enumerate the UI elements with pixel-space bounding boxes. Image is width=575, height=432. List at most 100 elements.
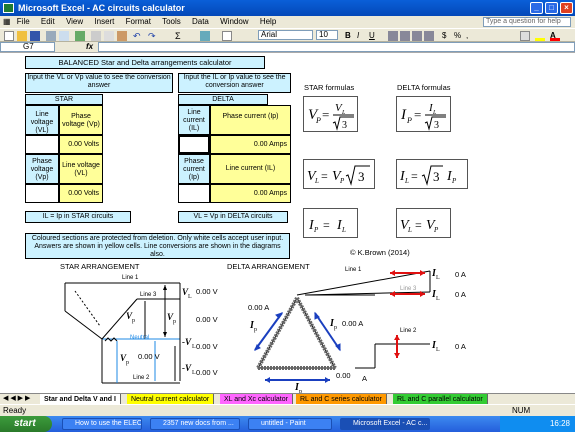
menu-file[interactable]: File — [17, 17, 30, 26]
bold-icon[interactable]: B — [345, 31, 355, 41]
minimize-button[interactable]: _ — [530, 2, 543, 14]
menu-edit[interactable]: Edit — [41, 17, 55, 26]
task-paint[interactable]: untitled - Paint — [248, 418, 332, 430]
menu-help[interactable]: Help — [260, 17, 276, 26]
open-icon[interactable] — [17, 31, 27, 41]
fill-color-icon[interactable] — [535, 31, 545, 41]
star-result-vl: 0.00 Volts — [59, 184, 103, 203]
delta-ip-input[interactable] — [178, 184, 210, 203]
star-v4: 0.00 V — [196, 342, 218, 351]
star-phase-voltage-input-label: Phase voltage (Vp) — [25, 154, 59, 184]
delta-formulas-title: DELTA formulas — [397, 83, 451, 92]
preview-icon[interactable] — [59, 31, 69, 41]
print-icon[interactable] — [46, 31, 56, 41]
task-excel[interactable]: Microsoft Excel - AC c... — [340, 418, 430, 430]
status-bar: Ready NUM — [0, 404, 575, 416]
sheet-title: BALANCED Star and Delta arrangements cal… — [25, 56, 265, 69]
delta-phase-current-input-label: Phase current (Ip) — [178, 154, 210, 184]
delta-formula-il: I L = 3 I P — [396, 159, 468, 189]
merge-icon[interactable] — [424, 31, 434, 41]
star-formula-vl: V L = V P 3 — [303, 159, 375, 189]
task-new-docs[interactable]: 2357 new docs from ... — [150, 418, 240, 430]
menu-tools[interactable]: Tools — [162, 17, 181, 26]
svg-text:3: 3 — [342, 120, 347, 131]
delta-ip3: 0.00 — [336, 371, 351, 380]
align-right-icon[interactable] — [412, 31, 422, 41]
star-note: IL = Ip in STAR circuits — [25, 211, 131, 223]
svg-text:L: L — [436, 347, 440, 353]
title-bar: Microsoft Excel - AC circuits calculator… — [0, 0, 575, 16]
chart-wizard-icon[interactable] — [200, 31, 210, 41]
close-button[interactable]: × — [560, 2, 573, 14]
currency-icon[interactable]: $ — [442, 31, 452, 41]
new-icon[interactable] — [4, 31, 14, 41]
menu-data[interactable]: Data — [192, 17, 209, 26]
redo-icon[interactable]: ↷ — [148, 31, 158, 41]
help-search-input[interactable]: Type a question for help — [483, 17, 571, 27]
star-line2-label: Line 2 — [133, 375, 150, 381]
start-button[interactable]: start — [0, 416, 52, 432]
italic-icon[interactable]: I — [357, 31, 367, 41]
paste-icon[interactable] — [117, 31, 127, 41]
borders-icon[interactable] — [520, 31, 530, 41]
zoom-icon[interactable] — [222, 31, 232, 41]
fx-icon[interactable]: fx — [86, 42, 93, 52]
star-v2: 0.00 V — [196, 315, 218, 324]
svg-text:p: p — [173, 319, 176, 325]
star-input-note: Input the VL or Vp value to see the conv… — [25, 73, 173, 93]
tab-nav-icons[interactable]: ◀ ◀ ▶ ▶ — [3, 394, 30, 402]
star-vl-input[interactable] — [25, 135, 59, 154]
svg-text:=: = — [411, 169, 418, 183]
svg-text:P: P — [433, 226, 439, 234]
svg-text:p: p — [132, 318, 135, 324]
menu-view[interactable]: View — [66, 17, 83, 26]
svg-text:L: L — [314, 177, 319, 185]
svg-text:P: P — [339, 177, 345, 185]
star-formula-ip: I P = I L — [303, 208, 358, 238]
save-icon[interactable] — [30, 31, 40, 41]
copy-icon[interactable] — [104, 31, 114, 41]
cut-icon[interactable] — [91, 31, 101, 41]
spelling-icon[interactable] — [75, 31, 85, 41]
svg-text:3: 3 — [434, 120, 439, 131]
delta-note: VL = Vp in DELTA circuits — [178, 211, 288, 223]
underline-icon[interactable]: U — [369, 31, 379, 41]
svg-text:I: I — [400, 107, 407, 123]
name-box[interactable]: G7 — [0, 42, 55, 52]
font-color-icon[interactable]: A — [550, 31, 560, 41]
percent-icon[interactable]: % — [454, 31, 464, 41]
delta-ip3-unit: A — [362, 374, 368, 383]
menu-window[interactable]: Window — [220, 17, 248, 26]
maximize-button[interactable]: □ — [545, 2, 558, 14]
svg-text:=: = — [321, 169, 328, 183]
menu-format[interactable]: Format — [126, 17, 151, 26]
delta-result-ip: 0.00 Amps — [210, 135, 291, 154]
font-size-select[interactable]: 10 — [316, 30, 338, 40]
worksheet[interactable]: BALANCED Star and Delta arrangements cal… — [0, 53, 575, 393]
svg-text:p: p — [254, 327, 257, 333]
delta-il-input[interactable] — [178, 135, 210, 154]
font-name-select[interactable]: Arial — [258, 30, 313, 40]
system-tray: 16:28 — [500, 416, 575, 432]
star-formulas-title: STAR formulas — [304, 83, 355, 92]
svg-text:=: = — [322, 107, 329, 122]
svg-text:3: 3 — [358, 169, 365, 184]
align-left-icon[interactable] — [388, 31, 398, 41]
clock: 16:28 — [549, 419, 570, 428]
star-line1-label: Line 1 — [122, 275, 139, 281]
formula-input[interactable] — [98, 42, 575, 52]
autosum-icon[interactable]: Σ — [175, 31, 185, 41]
star-arrangement-title: STAR ARRANGEMENT — [60, 262, 140, 271]
svg-text:L: L — [436, 275, 440, 281]
align-center-icon[interactable] — [400, 31, 410, 41]
delta-formula-ip: I P = I L 3 — [396, 96, 451, 132]
star-formula-vp: V P = V L 3 — [303, 96, 358, 132]
menu-insert[interactable]: Insert — [94, 17, 114, 26]
comma-icon[interactable]: , — [466, 31, 476, 41]
undo-icon[interactable]: ↶ — [133, 31, 143, 41]
star-vp-input[interactable] — [25, 184, 59, 203]
task-elec-doc[interactable]: How to use the ELEC... — [62, 418, 142, 430]
svg-text:p: p — [126, 360, 129, 366]
svg-text:P: P — [451, 177, 457, 185]
delta-line3-label: Line 3 — [400, 286, 417, 292]
